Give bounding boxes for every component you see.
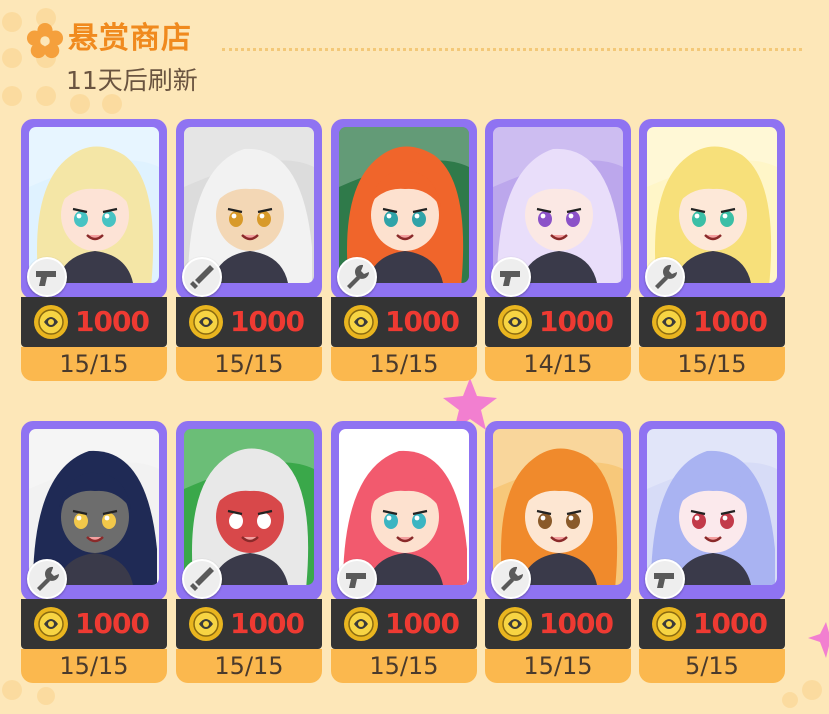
title-divider (222, 48, 802, 51)
wrench-icon (27, 559, 67, 599)
shop-item-card[interactable]: 1000 15/15 (176, 119, 322, 381)
card-frame (176, 119, 322, 299)
card-frame (639, 421, 785, 601)
page-title: 悬赏商店 (68, 21, 192, 56)
price-amount: 1000 (75, 607, 150, 640)
shop-item-card[interactable]: 1000 15/15 (21, 119, 167, 381)
price-bar: 1000 (331, 599, 477, 649)
price-bar: 1000 (176, 599, 322, 649)
price-bar: 1000 (639, 297, 785, 347)
bounty-coin-icon (651, 304, 687, 340)
refresh-countdown: 11天后刷新 (66, 66, 198, 95)
card-frame (639, 119, 785, 299)
wrench-icon (337, 257, 377, 297)
bounty-coin-icon (651, 606, 687, 642)
card-frame (331, 119, 477, 299)
stock-count: 15/15 (485, 649, 631, 683)
shop-item-card[interactable]: 1000 5/15 (639, 421, 785, 683)
sword-icon (182, 257, 222, 297)
bounty-coin-icon (343, 304, 379, 340)
price-amount: 1000 (75, 305, 150, 338)
bounty-coin-icon (188, 606, 224, 642)
stock-count: 15/15 (21, 649, 167, 683)
stock-count: 14/15 (485, 347, 631, 381)
card-frame (176, 421, 322, 601)
price-bar: 1000 (639, 599, 785, 649)
bounty-coin-icon (33, 606, 69, 642)
shop-item-card[interactable]: 1000 15/15 (176, 421, 322, 683)
shop-item-card[interactable]: 1000 15/15 (21, 421, 167, 683)
card-frame (21, 119, 167, 299)
price-bar: 1000 (176, 297, 322, 347)
price-amount: 1000 (539, 305, 614, 338)
stock-count: 15/15 (331, 347, 477, 381)
pistol-icon (645, 559, 685, 599)
price-amount: 1000 (230, 607, 305, 640)
card-frame (331, 421, 477, 601)
wrench-icon (491, 559, 531, 599)
card-frame (485, 119, 631, 299)
shop-item-card[interactable]: 1000 15/15 (331, 119, 477, 381)
bounty-coin-icon (188, 304, 224, 340)
card-frame (485, 421, 631, 601)
shop-item-card[interactable]: 1000 15/15 (639, 119, 785, 381)
bounty-coin-icon (497, 606, 533, 642)
price-bar: 1000 (485, 297, 631, 347)
shop-item-card[interactable]: 1000 14/15 (485, 119, 631, 381)
price-amount: 1000 (385, 607, 460, 640)
stock-count: 15/15 (639, 347, 785, 381)
shop-item-card[interactable]: 1000 15/15 (485, 421, 631, 683)
price-amount: 1000 (693, 305, 768, 338)
stock-count: 15/15 (176, 347, 322, 381)
flower-icon (26, 22, 64, 59)
pistol-icon (491, 257, 531, 297)
shop-header: 悬赏商店 11天后刷新 (22, 14, 812, 104)
price-bar: 1000 (21, 599, 167, 649)
sword-icon (182, 559, 222, 599)
stock-count: 15/15 (176, 649, 322, 683)
bounty-coin-icon (33, 304, 69, 340)
price-amount: 1000 (230, 305, 305, 338)
price-bar: 1000 (21, 297, 167, 347)
stock-count: 5/15 (639, 649, 785, 683)
price-amount: 1000 (693, 607, 768, 640)
price-bar: 1000 (331, 297, 477, 347)
stock-count: 15/15 (21, 347, 167, 381)
card-frame (21, 421, 167, 601)
price-amount: 1000 (539, 607, 614, 640)
bounty-coin-icon (343, 606, 379, 642)
stock-count: 15/15 (331, 649, 477, 683)
price-bar: 1000 (485, 599, 631, 649)
bounty-coin-icon (497, 304, 533, 340)
shop-item-card[interactable]: 1000 15/15 (331, 421, 477, 683)
pistol-icon (337, 559, 377, 599)
price-amount: 1000 (385, 305, 460, 338)
pink-star-decoration (808, 622, 829, 658)
wrench-icon (645, 257, 685, 297)
pistol-icon (27, 257, 67, 297)
